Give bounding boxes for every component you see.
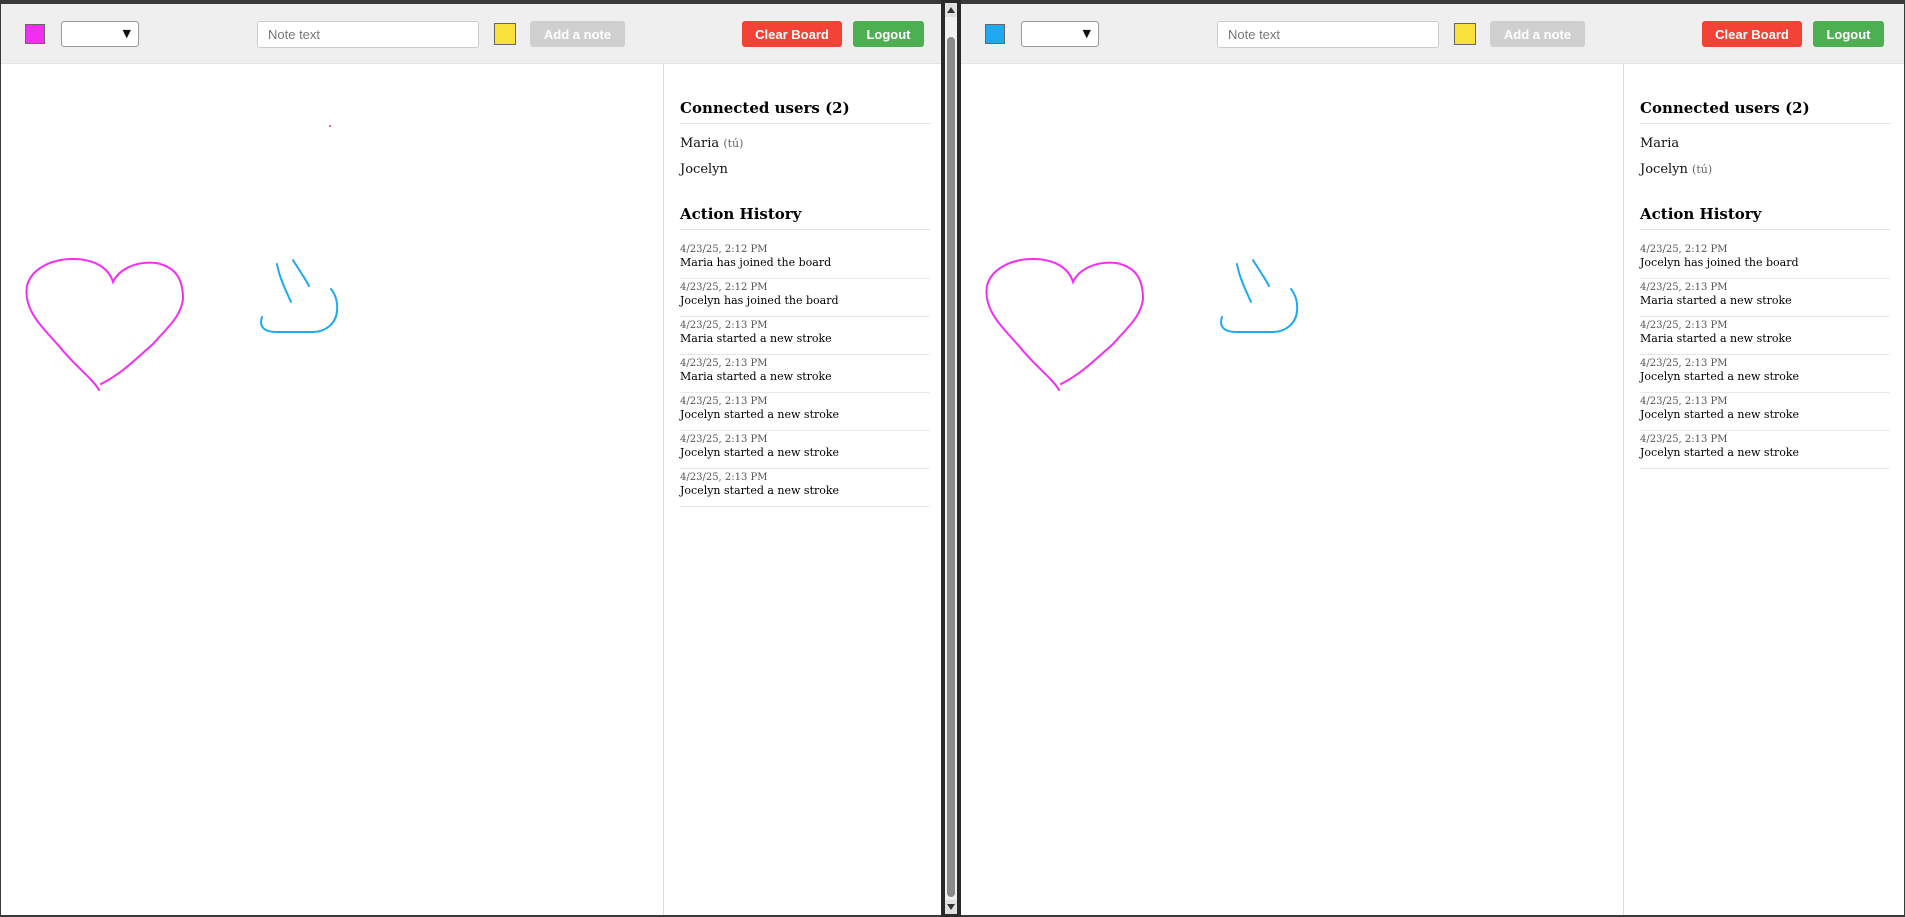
hand-stroke-1 xyxy=(1236,263,1252,303)
clear-board-button[interactable]: Clear Board xyxy=(742,21,842,47)
history-entry: 4/23/25, 2:13 PM Jocelyn started a new st… xyxy=(680,469,930,507)
note-color-swatch[interactable] xyxy=(494,23,516,45)
history-timestamp: 4/23/25, 2:13 PM xyxy=(1640,396,1728,407)
toolbar: ▼ Add a note Clear Board Logout xyxy=(1,4,941,64)
history-list: 4/23/25, 2:12 PM Maria has joined the boa… xyxy=(680,241,930,507)
history-timestamp: 4/23/25, 2:13 PM xyxy=(1640,434,1728,445)
history-message: Jocelyn has joined the board xyxy=(680,294,839,307)
history-timestamp: 4/23/25, 2:13 PM xyxy=(680,358,768,369)
pen-color-swatch[interactable] xyxy=(985,24,1005,44)
heart-stroke xyxy=(985,257,1145,391)
logout-button[interactable]: Logout xyxy=(1813,21,1884,47)
drawing-canvas[interactable] xyxy=(1,64,663,915)
history-entry: 4/23/25, 2:13 PM Maria started a new stro… xyxy=(680,317,930,355)
canvas-strokes xyxy=(985,257,1299,391)
add-note-button[interactable]: Add a note xyxy=(530,21,625,47)
clear-board-button[interactable]: Clear Board xyxy=(1702,21,1802,47)
hand-stroke-3 xyxy=(260,288,339,333)
remote-cursor-dot xyxy=(329,125,331,127)
self-tag: (tú) xyxy=(723,137,744,150)
side-panel: Connected users (2) Maria (tú) Jocelyn A… xyxy=(663,64,941,915)
history-message: Jocelyn started a new stroke xyxy=(1640,446,1800,459)
history-message: Jocelyn started a new stroke xyxy=(680,446,840,459)
history-entry: 4/23/25, 2:13 PM Maria started a new stro… xyxy=(1640,279,1890,317)
history-entry: 4/23/25, 2:12 PM Jocelyn has joined the b… xyxy=(680,279,930,317)
user-item: Maria (tú) xyxy=(680,135,930,161)
users-list: Maria (tú) Jocelyn xyxy=(680,135,930,187)
history-message: Jocelyn started a new stroke xyxy=(680,408,840,421)
history-message: Maria started a new stroke xyxy=(1640,332,1792,345)
note-color-swatch[interactable] xyxy=(1454,23,1476,45)
history-message: Jocelyn started a new stroke xyxy=(1640,408,1800,421)
drawing-canvas[interactable] xyxy=(961,64,1623,915)
history-timestamp: 4/23/25, 2:12 PM xyxy=(680,244,768,255)
history-timestamp: 4/23/25, 2:13 PM xyxy=(680,396,768,407)
logout-button[interactable]: Logout xyxy=(853,21,924,47)
hand-stroke-1 xyxy=(276,263,292,303)
history-timestamp: 4/23/25, 2:13 PM xyxy=(1640,282,1728,293)
chevron-down-icon: ▼ xyxy=(122,27,131,40)
chevron-down-icon: ▼ xyxy=(1082,27,1091,40)
scrollbar[interactable] xyxy=(945,3,957,914)
hand-stroke-3 xyxy=(1220,288,1299,333)
users-title: Connected users (2) xyxy=(680,99,930,124)
history-entry: 4/23/25, 2:13 PM Jocelyn started a new st… xyxy=(1640,431,1890,469)
scroll-up-icon[interactable] xyxy=(945,3,957,17)
hand-stroke-2 xyxy=(1252,259,1270,287)
history-timestamp: 4/23/25, 2:13 PM xyxy=(680,434,768,445)
whiteboard-window-maria: ▼ Add a note Clear Board Logout Connecte… xyxy=(1,4,941,915)
hand-stroke-2 xyxy=(292,259,310,287)
note-text-input[interactable] xyxy=(1217,21,1439,48)
history-timestamp: 4/23/25, 2:13 PM xyxy=(680,472,768,483)
history-message: Jocelyn started a new stroke xyxy=(1640,370,1800,383)
side-panel: Connected users (2) Maria Jocelyn (tú) A… xyxy=(1623,64,1904,915)
history-list: 4/23/25, 2:12 PM Jocelyn has joined the b… xyxy=(1640,241,1890,469)
pen-color-swatch[interactable] xyxy=(25,24,45,44)
user-name: Maria xyxy=(680,136,720,151)
heart-stroke xyxy=(25,257,185,391)
history-timestamp: 4/23/25, 2:13 PM xyxy=(1640,358,1728,369)
brush-size-select[interactable]: ▼ xyxy=(61,21,139,47)
brush-size-select[interactable]: ▼ xyxy=(1021,21,1099,47)
history-entry: 4/23/25, 2:13 PM Jocelyn started a new st… xyxy=(680,431,930,469)
history-timestamp: 4/23/25, 2:13 PM xyxy=(1640,320,1728,331)
history-message: Maria started a new stroke xyxy=(680,370,832,383)
scroll-down-icon[interactable] xyxy=(945,900,957,914)
scrollbar-thumb[interactable] xyxy=(947,37,955,897)
history-entry: 4/23/25, 2:13 PM Maria started a new stro… xyxy=(680,355,930,393)
history-title: Action History xyxy=(680,205,930,230)
history-entry: 4/23/25, 2:12 PM Maria has joined the boa… xyxy=(680,241,930,279)
user-item: Jocelyn xyxy=(680,161,930,187)
history-entry: 4/23/25, 2:13 PM Jocelyn started a new st… xyxy=(680,393,930,431)
history-timestamp: 4/23/25, 2:12 PM xyxy=(680,282,768,293)
toolbar: ▼ Add a note Clear Board Logout xyxy=(961,4,1904,64)
canvas-strokes xyxy=(25,125,339,391)
add-note-button[interactable]: Add a note xyxy=(1490,21,1585,47)
note-text-input[interactable] xyxy=(257,21,479,48)
history-entry: 4/23/25, 2:13 PM Jocelyn started a new st… xyxy=(1640,355,1890,393)
remote-cursor-layer xyxy=(1624,64,1904,264)
history-timestamp: 4/23/25, 2:13 PM xyxy=(680,320,768,331)
history-message: Jocelyn started a new stroke xyxy=(680,484,840,497)
history-message: Maria has joined the board xyxy=(680,256,832,269)
history-message: Maria started a new stroke xyxy=(680,332,832,345)
history-entry: 4/23/25, 2:13 PM Jocelyn started a new st… xyxy=(1640,393,1890,431)
history-message: Maria started a new stroke xyxy=(1640,294,1792,307)
whiteboard-window-jocelyn: ▼ Add a note Clear Board Logout Connecte… xyxy=(961,4,1904,915)
user-name: Jocelyn xyxy=(680,162,728,177)
history-entry: 4/23/25, 2:13 PM Maria started a new stro… xyxy=(1640,317,1890,355)
